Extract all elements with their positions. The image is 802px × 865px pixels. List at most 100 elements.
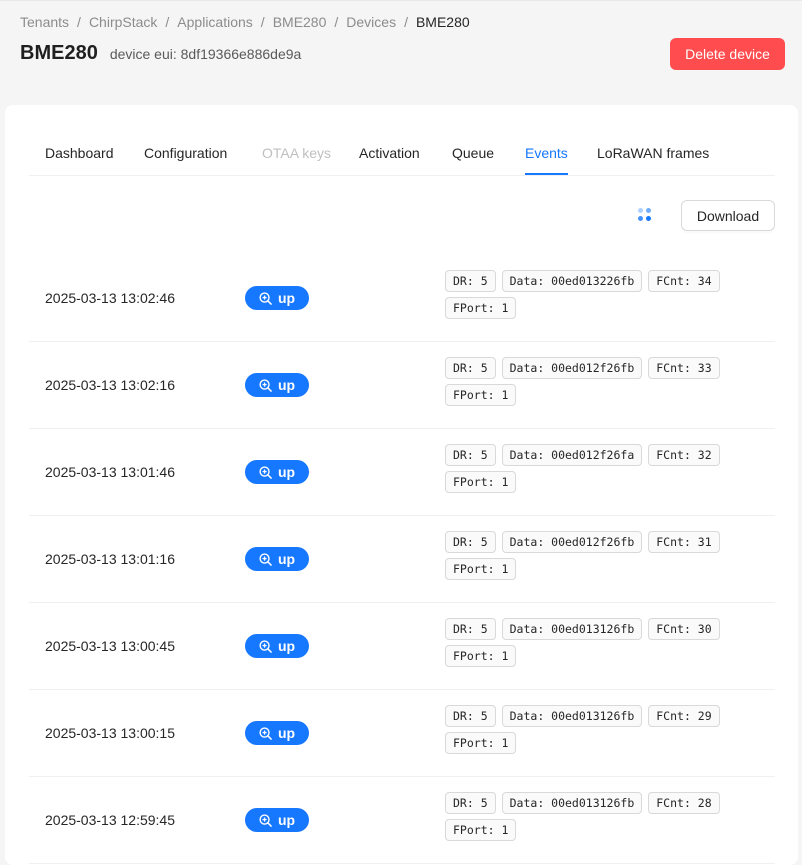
event-type-label: up xyxy=(277,551,296,567)
zoom-in-icon xyxy=(259,378,272,392)
active-tab-indicator xyxy=(525,173,568,175)
event-row: 2025-03-13 13:01:46 up DR: 5 Data: 00ed012f… xyxy=(29,429,775,516)
event-timestamp: 2025-03-13 13:00:45 xyxy=(45,638,175,654)
download-button[interactable]: Download xyxy=(681,200,775,231)
event-row: 2025-03-13 12:59:45 up DR: 5 Data: 00ed0131… xyxy=(29,777,775,864)
event-field-tag: FCnt: 28 xyxy=(648,792,720,814)
event-field-tag: DR: 5 xyxy=(445,705,496,727)
event-field-tag: FPort: 1 xyxy=(445,471,517,493)
breadcrumb-separator: / xyxy=(260,14,265,30)
event-field-tag: FPort: 1 xyxy=(445,558,517,580)
event-field-tag: FCnt: 32 xyxy=(648,444,720,466)
page-title: BME280 xyxy=(20,42,98,64)
breadcrumb-separator: / xyxy=(404,14,408,30)
event-type-label: up xyxy=(277,812,296,828)
event-type-tag[interactable]: up xyxy=(245,460,309,484)
event-list: 2025-03-13 13:02:46 up DR: 5 Data: 00ed0132… xyxy=(29,255,775,864)
event-field-tag: Data: 00ed013126fb xyxy=(501,792,643,814)
tab-otaa-keys: OTAA keys xyxy=(262,145,331,161)
event-field-tag: FPort: 1 xyxy=(445,297,517,319)
tab-lorawan-frames[interactable]: LoRaWAN frames xyxy=(597,145,709,161)
top-divider xyxy=(0,0,802,1)
event-type-label: up xyxy=(277,290,296,306)
event-tags: DR: 5 Data: 00ed013226fb FCnt: 34 FPort: 1 xyxy=(445,270,735,324)
event-field-tag: Data: 00ed013126fb xyxy=(501,705,643,727)
event-tags: DR: 5 Data: 00ed012f26fa FCnt: 32 FPort: 1 xyxy=(445,444,735,498)
event-field-tag: Data: 00ed013226fb xyxy=(501,270,643,292)
breadcrumb-item[interactable]: Devices xyxy=(346,14,396,30)
breadcrumb-item: BME280 xyxy=(415,14,470,30)
event-row: 2025-03-13 13:00:45 up DR: 5 Data: 00ed0131… xyxy=(29,603,775,690)
breadcrumb: Tenants / ChirpStack / Applications / BME280 / D… xyxy=(20,14,470,30)
event-field-tag: FCnt: 29 xyxy=(648,705,720,727)
breadcrumb-separator: / xyxy=(334,14,339,30)
event-field-tag: DR: 5 xyxy=(445,531,496,553)
event-type-tag[interactable]: up xyxy=(245,286,309,310)
event-field-tag: Data: 00ed012f26fb xyxy=(501,357,643,379)
zoom-in-icon xyxy=(259,291,272,305)
event-timestamp: 2025-03-13 13:02:16 xyxy=(45,377,175,393)
event-field-tag: DR: 5 xyxy=(445,444,496,466)
device-card: Dashboard Configuration OTAA keys Activatio… xyxy=(5,105,798,865)
event-type-tag[interactable]: up xyxy=(245,547,309,571)
zoom-in-icon xyxy=(259,726,272,740)
event-tags: DR: 5 Data: 00ed013126fb FCnt: 30 FPort: 1 xyxy=(445,618,735,672)
event-timestamp: 2025-03-13 12:59:45 xyxy=(45,812,175,828)
zoom-in-icon xyxy=(259,639,272,653)
tab-activation[interactable]: Activation xyxy=(359,145,420,161)
event-field-tag: Data: 00ed013126fb xyxy=(501,618,643,640)
event-field-tag: FCnt: 33 xyxy=(648,357,720,379)
event-timestamp: 2025-03-13 13:01:46 xyxy=(45,464,175,480)
page-header: BME280 device eui: 8df19366e886de9a xyxy=(20,42,301,65)
zoom-in-icon xyxy=(259,813,272,827)
breadcrumb-item[interactable]: BME280 xyxy=(273,14,327,30)
event-field-tag: FCnt: 31 xyxy=(648,531,720,553)
event-field-tag: FCnt: 30 xyxy=(648,618,720,640)
event-row: 2025-03-13 13:00:15 up DR: 5 Data: 00ed0131… xyxy=(29,690,775,777)
event-tags: DR: 5 Data: 00ed013126fb FCnt: 28 FPort: 1 xyxy=(445,792,735,846)
event-tags: DR: 5 Data: 00ed012f26fb FCnt: 33 FPort: 1 xyxy=(445,357,735,411)
event-field-tag: DR: 5 xyxy=(445,792,496,814)
event-field-tag: Data: 00ed012f26fa xyxy=(501,444,643,466)
zoom-in-icon xyxy=(259,552,272,566)
event-type-tag[interactable]: up xyxy=(245,721,309,745)
event-type-tag[interactable]: up xyxy=(245,634,309,658)
breadcrumb-item[interactable]: ChirpStack xyxy=(89,14,157,30)
tab-dashboard[interactable]: Dashboard xyxy=(45,145,114,161)
event-row: 2025-03-13 13:02:16 up DR: 5 Data: 00ed012f… xyxy=(29,342,775,429)
event-row: 2025-03-13 13:02:46 up DR: 5 Data: 00ed0132… xyxy=(29,255,775,342)
event-tags: DR: 5 Data: 00ed013126fb FCnt: 29 FPort: 1 xyxy=(445,705,735,759)
tab-queue[interactable]: Queue xyxy=(452,145,494,161)
event-field-tag: Data: 00ed012f26fb xyxy=(501,531,643,553)
breadcrumb-item[interactable]: Applications xyxy=(177,14,253,30)
zoom-in-icon xyxy=(259,465,272,479)
event-type-label: up xyxy=(277,725,296,741)
event-type-label: up xyxy=(277,638,296,654)
event-type-label: up xyxy=(277,377,296,393)
event-field-tag: FPort: 1 xyxy=(445,384,517,406)
event-tags: DR: 5 Data: 00ed012f26fb FCnt: 31 FPort: 1 xyxy=(445,531,735,585)
event-timestamp: 2025-03-13 13:01:16 xyxy=(45,551,175,567)
event-timestamp: 2025-03-13 13:02:46 xyxy=(45,290,175,306)
event-timestamp: 2025-03-13 13:00:15 xyxy=(45,725,175,741)
event-field-tag: FPort: 1 xyxy=(445,645,517,667)
breadcrumb-separator: / xyxy=(165,14,170,30)
breadcrumb-item[interactable]: Tenants xyxy=(20,14,69,30)
breadcrumb-separator: / xyxy=(77,14,81,30)
event-type-label: up xyxy=(277,464,296,480)
event-field-tag: DR: 5 xyxy=(445,270,496,292)
tab-events[interactable]: Events xyxy=(525,145,568,161)
tab-bar: Dashboard Configuration OTAA keys Activatio… xyxy=(29,129,775,176)
delete-device-button[interactable]: Delete device xyxy=(670,38,785,70)
event-type-tag[interactable]: up xyxy=(245,373,309,397)
event-field-tag: FPort: 1 xyxy=(445,819,517,841)
tab-configuration[interactable]: Configuration xyxy=(144,145,227,161)
event-field-tag: DR: 5 xyxy=(445,357,496,379)
event-field-tag: FPort: 1 xyxy=(445,732,517,754)
event-type-tag[interactable]: up xyxy=(245,808,309,832)
event-field-tag: FCnt: 34 xyxy=(648,270,720,292)
event-row: 2025-03-13 13:01:16 up DR: 5 Data: 00ed012f… xyxy=(29,516,775,603)
device-eui: device eui: 8df19366e886de9a xyxy=(109,46,302,62)
event-field-tag: DR: 5 xyxy=(445,618,496,640)
loading-dots-icon xyxy=(638,208,652,222)
